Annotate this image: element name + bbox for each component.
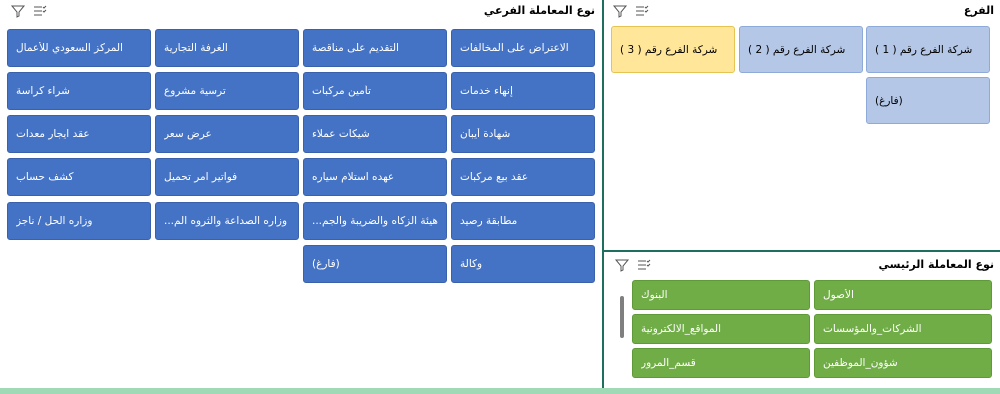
multi-select-icon[interactable]: [636, 257, 652, 273]
sub-type-tile[interactable]: وكالة: [451, 245, 595, 283]
filter-clear-icon[interactable]: [612, 3, 628, 19]
sub-type-tile[interactable]: عقد ايجار معدات: [7, 115, 151, 153]
sub-type-tile[interactable]: مطابقة رصيد: [451, 202, 595, 240]
sub-type-tile-label: ترسية مشروع: [164, 85, 226, 97]
sub-type-tile-label: شهادة أيبان: [460, 128, 511, 140]
sub-type-tile[interactable]: شهادة أيبان: [451, 115, 595, 153]
main-type-tile-label: الأصول: [823, 289, 854, 301]
sub-type-tile-label: شراء كراسة: [16, 85, 70, 97]
main-type-tile[interactable]: المواقع_الالكترونية: [632, 314, 810, 344]
status-bar: [0, 388, 1000, 394]
sub-type-tile-label: عهده استلام سياره: [312, 171, 395, 183]
branch-tile-label: شركة الفرع رقم ( 1 ): [875, 43, 973, 56]
filter-clear-icon[interactable]: [10, 3, 26, 19]
sub-type-tile-label: إنهاء خدمات: [460, 85, 513, 97]
main-type-slicer-title: نوع المعاملة الرئيسي: [878, 258, 994, 271]
sub-type-tile-label: المركز السعودي للأعمال: [16, 42, 123, 54]
branch-tile-label: شركة الفرع رقم ( 2 ): [748, 43, 846, 56]
sub-type-tile-label: شيكات عملاء: [312, 128, 370, 140]
sub-type-tile[interactable]: شيكات عملاء: [303, 115, 447, 153]
sub-type-tile[interactable]: عهده استلام سياره: [303, 158, 447, 196]
branch-tile-label: شركة الفرع رقم ( 3 ): [620, 43, 718, 56]
sub-type-tile-label: عقد بيع مركبات: [460, 171, 529, 183]
sub-type-tile[interactable]: عقد بيع مركبات: [451, 158, 595, 196]
branch-tile[interactable]: شركة الفرع رقم ( 3 ): [611, 26, 735, 73]
sub-type-tile[interactable]: التقديم على مناقصة: [303, 29, 447, 67]
branch-tile[interactable]: (فارغ): [866, 77, 990, 124]
main-type-tile-label: الشركات_والمؤسسات: [823, 323, 922, 335]
sub-type-tile[interactable]: ترسية مشروع: [155, 72, 299, 110]
sub-type-tile-label: وزاره الحل / ناجز: [16, 215, 93, 227]
sub-type-tile-label: مطابقة رصيد: [460, 215, 518, 227]
sub-type-tile-label: كشف حساب: [16, 171, 74, 183]
sub-type-tile[interactable]: تأمين مركبات: [303, 72, 447, 110]
sub-type-tile[interactable]: وزاره الصداعة والثروه الم...: [155, 202, 299, 240]
sub-type-tile-label: التقديم على مناقصة: [312, 42, 399, 54]
main-type-slicer: نوع المعاملة الرئيسي الأصول البنوك الشركات…: [604, 252, 1000, 390]
sub-type-tile-label: الغرفة التجارية: [164, 42, 228, 54]
sub-type-tile[interactable]: (فارغ): [303, 245, 447, 283]
sub-type-tile[interactable]: الغرفة التجارية: [155, 29, 299, 67]
sub-type-tile[interactable]: فواتير امر تحميل: [155, 158, 299, 196]
sub-type-tile-label: عرض سعر: [164, 128, 212, 140]
branch-tile[interactable]: شركة الفرع رقم ( 1 ): [866, 26, 990, 73]
sub-type-tile-label: (فارغ): [312, 258, 340, 270]
main-type-tile-label: المواقع_الالكترونية: [641, 323, 722, 335]
sub-type-slicer-header: نوع المعاملة الفرعي: [0, 0, 601, 22]
main-type-tile[interactable]: الشركات_والمؤسسات: [814, 314, 992, 344]
sub-type-tile[interactable]: شراء كراسة: [7, 72, 151, 110]
sub-type-tile[interactable]: كشف حساب: [7, 158, 151, 196]
sub-type-tile[interactable]: إنهاء خدمات: [451, 72, 595, 110]
main-type-scrollbar[interactable]: [620, 296, 624, 338]
sub-type-tile[interactable]: المركز السعودي للأعمال: [7, 29, 151, 67]
sub-type-tile-label: عقد ايجار معدات: [16, 128, 90, 140]
sub-type-tile-label: الاعتراض على المخالفات: [460, 42, 569, 54]
multi-select-icon[interactable]: [634, 3, 650, 19]
sub-type-tile[interactable]: وزاره الحل / ناجز: [7, 202, 151, 240]
sub-type-tile-label: فواتير امر تحميل: [164, 171, 238, 183]
sub-type-tile-label: هيئة الزكاه والضريبة والجم...: [312, 215, 438, 227]
branch-slicer: الفرع شركة الفرع رقم ( 1 ) شركة الفرع رقم…: [604, 0, 1000, 250]
sub-type-slicer: نوع المعاملة الفرعي الاعتراض على المخالف…: [0, 0, 601, 390]
main-type-tile-label: قسم_المرور: [641, 357, 696, 369]
sub-type-slicer-title: نوع المعاملة الفرعي: [483, 4, 595, 17]
sub-type-tile[interactable]: عرض سعر: [155, 115, 299, 153]
branch-tile[interactable]: شركة الفرع رقم ( 2 ): [739, 26, 863, 73]
branch-tile-label: (فارغ): [875, 94, 903, 107]
multi-select-icon[interactable]: [32, 3, 48, 19]
sub-type-tile-label: وكالة: [460, 258, 483, 270]
branch-slicer-title: الفرع: [963, 4, 994, 17]
main-type-tile-label: البنوك: [641, 289, 668, 301]
main-type-slicer-header: نوع المعاملة الرئيسي: [604, 254, 1000, 276]
main-type-tile[interactable]: شؤون_الموظفين: [814, 348, 992, 378]
sub-type-tile[interactable]: الاعتراض على المخالفات: [451, 29, 595, 67]
sub-type-tile-label: تأمين مركبات: [312, 85, 371, 97]
filter-clear-icon[interactable]: [614, 257, 630, 273]
branch-slicer-header: الفرع: [604, 0, 1000, 22]
sub-type-tile[interactable]: هيئة الزكاه والضريبة والجم...: [303, 202, 447, 240]
main-type-tile[interactable]: الأصول: [814, 280, 992, 310]
main-type-tile[interactable]: البنوك: [632, 280, 810, 310]
sub-type-tile-label: وزاره الصداعة والثروه الم...: [164, 215, 288, 227]
main-type-tile[interactable]: قسم_المرور: [632, 348, 810, 378]
main-type-tile-label: شؤون_الموظفين: [823, 357, 898, 369]
